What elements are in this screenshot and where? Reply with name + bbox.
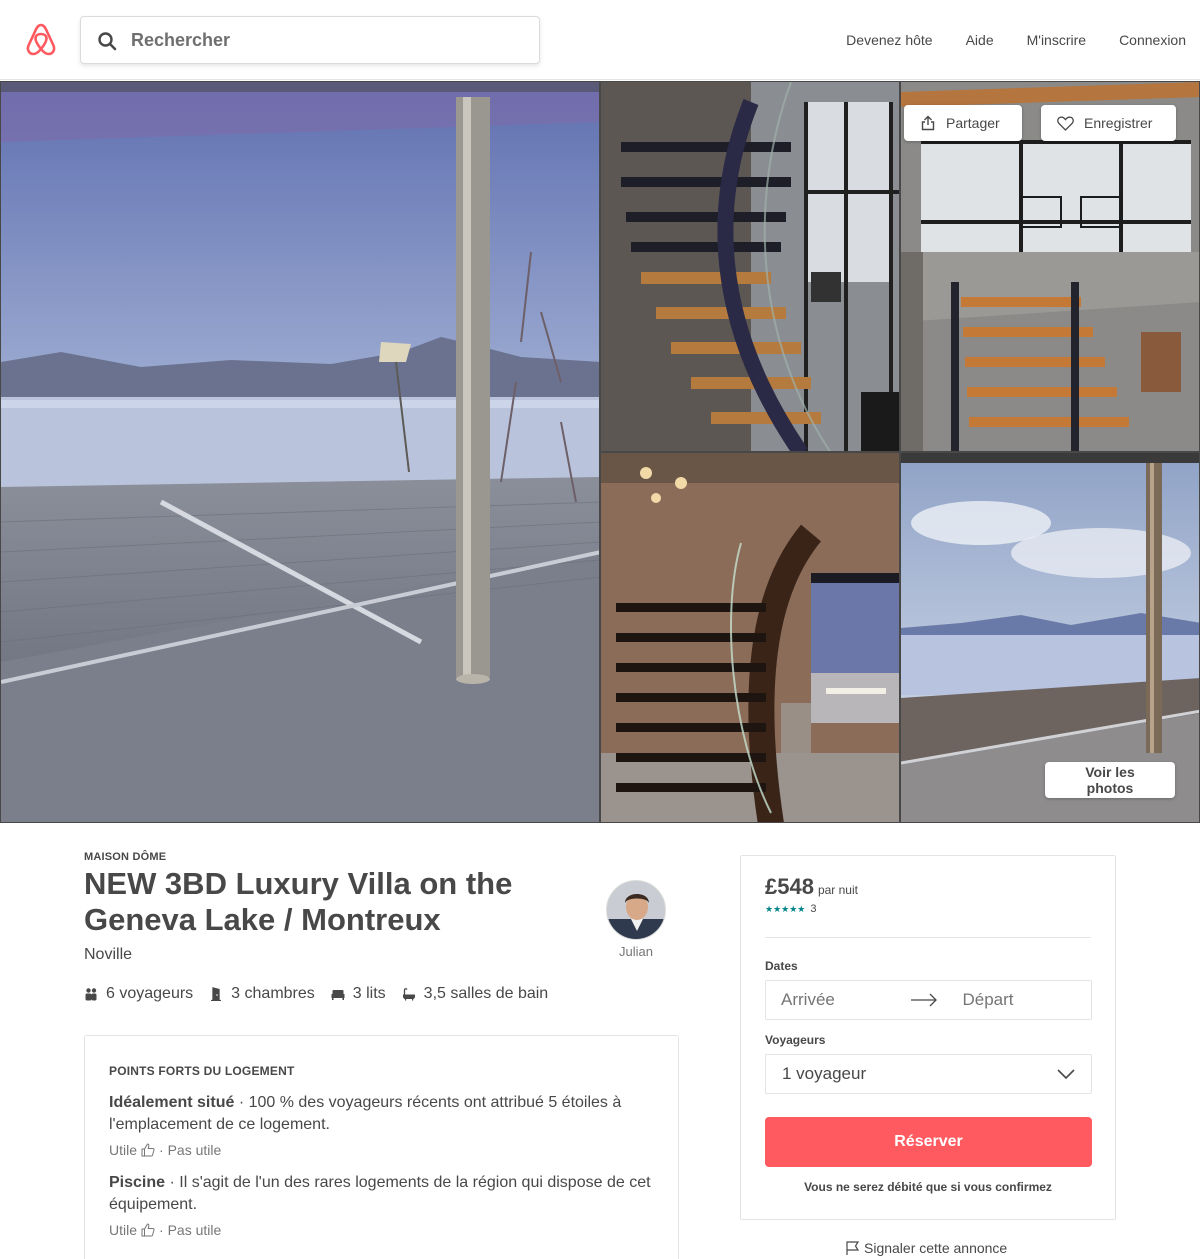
guests-icon: [85, 988, 97, 1001]
dates-picker[interactable]: Arrivée Départ: [765, 980, 1092, 1020]
checkout-field[interactable]: Départ: [948, 990, 1092, 1010]
share-label: Partager: [946, 115, 1000, 131]
feature-guests: 6 voyageurs: [84, 985, 193, 1003]
view-photos-label: Voir les photos: [1085, 764, 1135, 796]
save-label: Enregistrer: [1084, 115, 1153, 131]
arrow-right-icon: [910, 993, 937, 1007]
dates-label: Dates: [765, 959, 798, 973]
report-listing-link[interactable]: Signaler cette annonce: [845, 1240, 1007, 1256]
nav-become-host[interactable]: Devenez hôte: [813, 32, 932, 48]
search-box[interactable]: [80, 16, 540, 64]
baths-count: 3,5 salles de bain: [423, 985, 549, 1002]
photo-staircase-1[interactable]: [600, 81, 900, 452]
price-row: £548 par nuit: [765, 874, 858, 900]
feature-baths: 3,5 salles de bain: [402, 985, 549, 1003]
host-name: Julian: [619, 944, 653, 959]
booking-card: £548 par nuit ★★★★★ 3 Dates Arrivée Dépa…: [740, 855, 1116, 1220]
flag-icon: [846, 1241, 860, 1255]
bedrooms-count: 3 chambres: [231, 985, 315, 1002]
thumbs-up-icon[interactable]: [141, 1143, 155, 1157]
property-type: MAISON DÔME: [84, 851, 167, 863]
report-label: Signaler cette annonce: [864, 1240, 1008, 1256]
star-rating-icon: ★★★★★: [765, 903, 806, 914]
search-input[interactable]: [131, 17, 531, 63]
guests-select[interactable]: 1 voyageur: [765, 1054, 1092, 1094]
not-useful-link[interactable]: · Pas utile: [159, 1222, 221, 1238]
door-icon: [211, 987, 222, 1001]
review-count: 3: [810, 903, 817, 915]
reserve-button[interactable]: Réserver: [765, 1117, 1092, 1167]
divider: [765, 937, 1091, 938]
rating[interactable]: ★★★★★ 3: [765, 903, 816, 915]
useful-link[interactable]: Utile: [109, 1222, 137, 1238]
photo-gallery: Partager Enregistrer Voir les photos: [0, 81, 1200, 823]
feature-bedrooms: 3 chambres: [209, 985, 315, 1003]
airbnb-logo-icon[interactable]: [24, 22, 58, 58]
top-header: Devenez hôte Aide M'inscrire Connexion: [0, 0, 1200, 80]
guests-value: 1 voyageur: [782, 1064, 867, 1083]
highlights-panel: POINTS FORTS DU LOGEMENT Idéalement situ…: [84, 1035, 679, 1259]
view-photos-button[interactable]: Voir les photos: [1045, 762, 1175, 798]
save-button[interactable]: Enregistrer: [1041, 105, 1176, 141]
highlight-item: Idéalement situé · 100 % des voyageurs r…: [109, 1092, 654, 1136]
checkin-field[interactable]: Arrivée: [766, 990, 910, 1010]
highlight-title: Piscine: [109, 1174, 166, 1191]
feature-beds: 3 lits: [331, 985, 386, 1003]
photo-staircase-3[interactable]: [600, 452, 900, 823]
not-useful-link[interactable]: · Pas utile: [159, 1142, 221, 1158]
nav-login[interactable]: Connexion: [1086, 32, 1186, 48]
listing-title: NEW 3BD Luxury Villa on the Geneva Lake …: [84, 866, 513, 937]
nightly-price: £548: [765, 874, 814, 899]
listing-location[interactable]: Noville: [84, 946, 132, 964]
main-photo[interactable]: [0, 81, 600, 823]
bathtub-icon: [402, 988, 415, 1001]
top-nav: Devenez hôte Aide M'inscrire Connexion: [813, 0, 1186, 80]
beds-count: 3 lits: [352, 985, 386, 1002]
nav-signup[interactable]: M'inscrire: [994, 32, 1086, 48]
bed-icon: [331, 990, 345, 1000]
listing-features: 6 voyageurs 3 chambres 3 lits 3,5 salles…: [84, 984, 564, 1004]
highlights-heading: POINTS FORTS DU LOGEMENT: [109, 1064, 295, 1078]
charge-note: Vous ne serez débité que si vous confirm…: [804, 1180, 1052, 1194]
share-icon: [921, 115, 935, 131]
chevron-down-icon: [1057, 1069, 1075, 1079]
search-icon: [98, 32, 117, 51]
highlight-title: Idéalement situé: [109, 1094, 235, 1111]
thumbs-up-icon[interactable]: [141, 1223, 155, 1237]
highlight-feedback: Utile · Pas utile: [109, 1222, 654, 1238]
highlight-item: Piscine · Il s'agit de l'un des rares lo…: [109, 1172, 654, 1216]
guests-label: Voyageurs: [765, 1033, 826, 1047]
guests-count: 6 voyageurs: [106, 985, 194, 1002]
nav-help[interactable]: Aide: [933, 32, 994, 48]
highlight-text: · Il s'agit de l'un des rares logements …: [109, 1174, 651, 1213]
useful-link[interactable]: Utile: [109, 1142, 137, 1158]
highlight-feedback: Utile · Pas utile: [109, 1142, 654, 1158]
per-night-label: par nuit: [817, 883, 858, 897]
heart-icon: [1057, 116, 1074, 131]
share-button[interactable]: Partager: [904, 105, 1022, 141]
avatar[interactable]: [606, 880, 666, 940]
host-profile[interactable]: Julian: [600, 880, 672, 959]
